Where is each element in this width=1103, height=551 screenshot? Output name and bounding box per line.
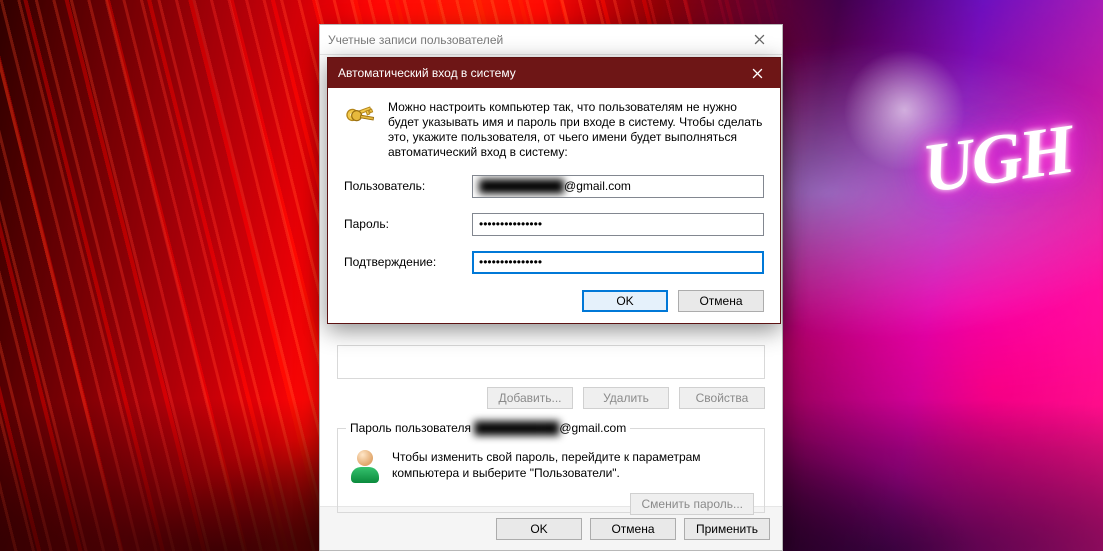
confirm-row: Подтверждение: [344, 248, 764, 276]
username-input[interactable]: ██████████ @gmail.com [472, 175, 764, 198]
user-label: Пользователь: [344, 179, 472, 193]
password-legend-prefix: Пароль пользователя [350, 421, 474, 435]
password-hint-text: Чтобы изменить свой пароль, перейдите к … [392, 449, 754, 481]
close-icon [752, 68, 763, 79]
parent-close-button[interactable] [736, 25, 782, 55]
user-row: Пользователь: ██████████ @gmail.com [344, 172, 764, 200]
parent-apply-button[interactable]: Применить [684, 518, 770, 540]
username-visible: @gmail.com [564, 179, 631, 193]
add-user-button: Добавить... [487, 387, 573, 409]
dialog-intro-text: Можно настроить компьютер так, что польз… [388, 100, 764, 160]
password-label: Пароль: [344, 217, 472, 231]
dialog-close-button[interactable] [734, 58, 780, 88]
user-properties-button: Свойства [679, 387, 765, 409]
change-password-button: Сменить пароль... [630, 493, 754, 515]
dialog-cancel-button[interactable]: Отмена [678, 290, 764, 312]
confirm-label: Подтверждение: [344, 255, 472, 269]
password-groupbox-legend: Пароль пользователя ██████████@gmail.com [346, 421, 630, 435]
dialog-footer: OK Отмена [344, 290, 764, 312]
password-input[interactable] [472, 213, 764, 236]
confirm-password-input[interactable] [472, 251, 764, 274]
users-list-buttons: Добавить... Удалить Свойства [337, 387, 765, 409]
user-avatar-icon [348, 449, 382, 483]
parent-titlebar[interactable]: Учетные записи пользователей [320, 25, 782, 55]
parent-ok-button[interactable]: OK [496, 518, 582, 540]
dialog-content: Можно настроить компьютер так, что польз… [328, 88, 780, 324]
keys-icon [344, 100, 378, 130]
dialog-intro: Можно настроить компьютер так, что польз… [344, 100, 764, 160]
remove-user-button: Удалить [583, 387, 669, 409]
dialog-title: Автоматический вход в систему [338, 66, 516, 80]
auto-login-dialog: Автоматический вход в систему [327, 57, 781, 324]
password-legend-suffix: @gmail.com [559, 421, 626, 435]
dialog-ok-button[interactable]: OK [582, 290, 668, 312]
password-legend-masked-user: ██████████ [474, 421, 559, 435]
password-hint-row: Чтобы изменить свой пароль, перейдите к … [348, 449, 754, 483]
password-row: Пароль: [344, 210, 764, 238]
parent-cancel-button[interactable]: Отмена [590, 518, 676, 540]
parent-title: Учетные записи пользователей [328, 33, 503, 47]
password-groupbox: Пароль пользователя ██████████@gmail.com… [337, 421, 765, 513]
users-listbox[interactable] [337, 345, 765, 379]
dialog-titlebar[interactable]: Автоматический вход в систему [328, 58, 780, 88]
username-masked: ██████████ [479, 179, 564, 193]
close-icon [754, 34, 765, 45]
